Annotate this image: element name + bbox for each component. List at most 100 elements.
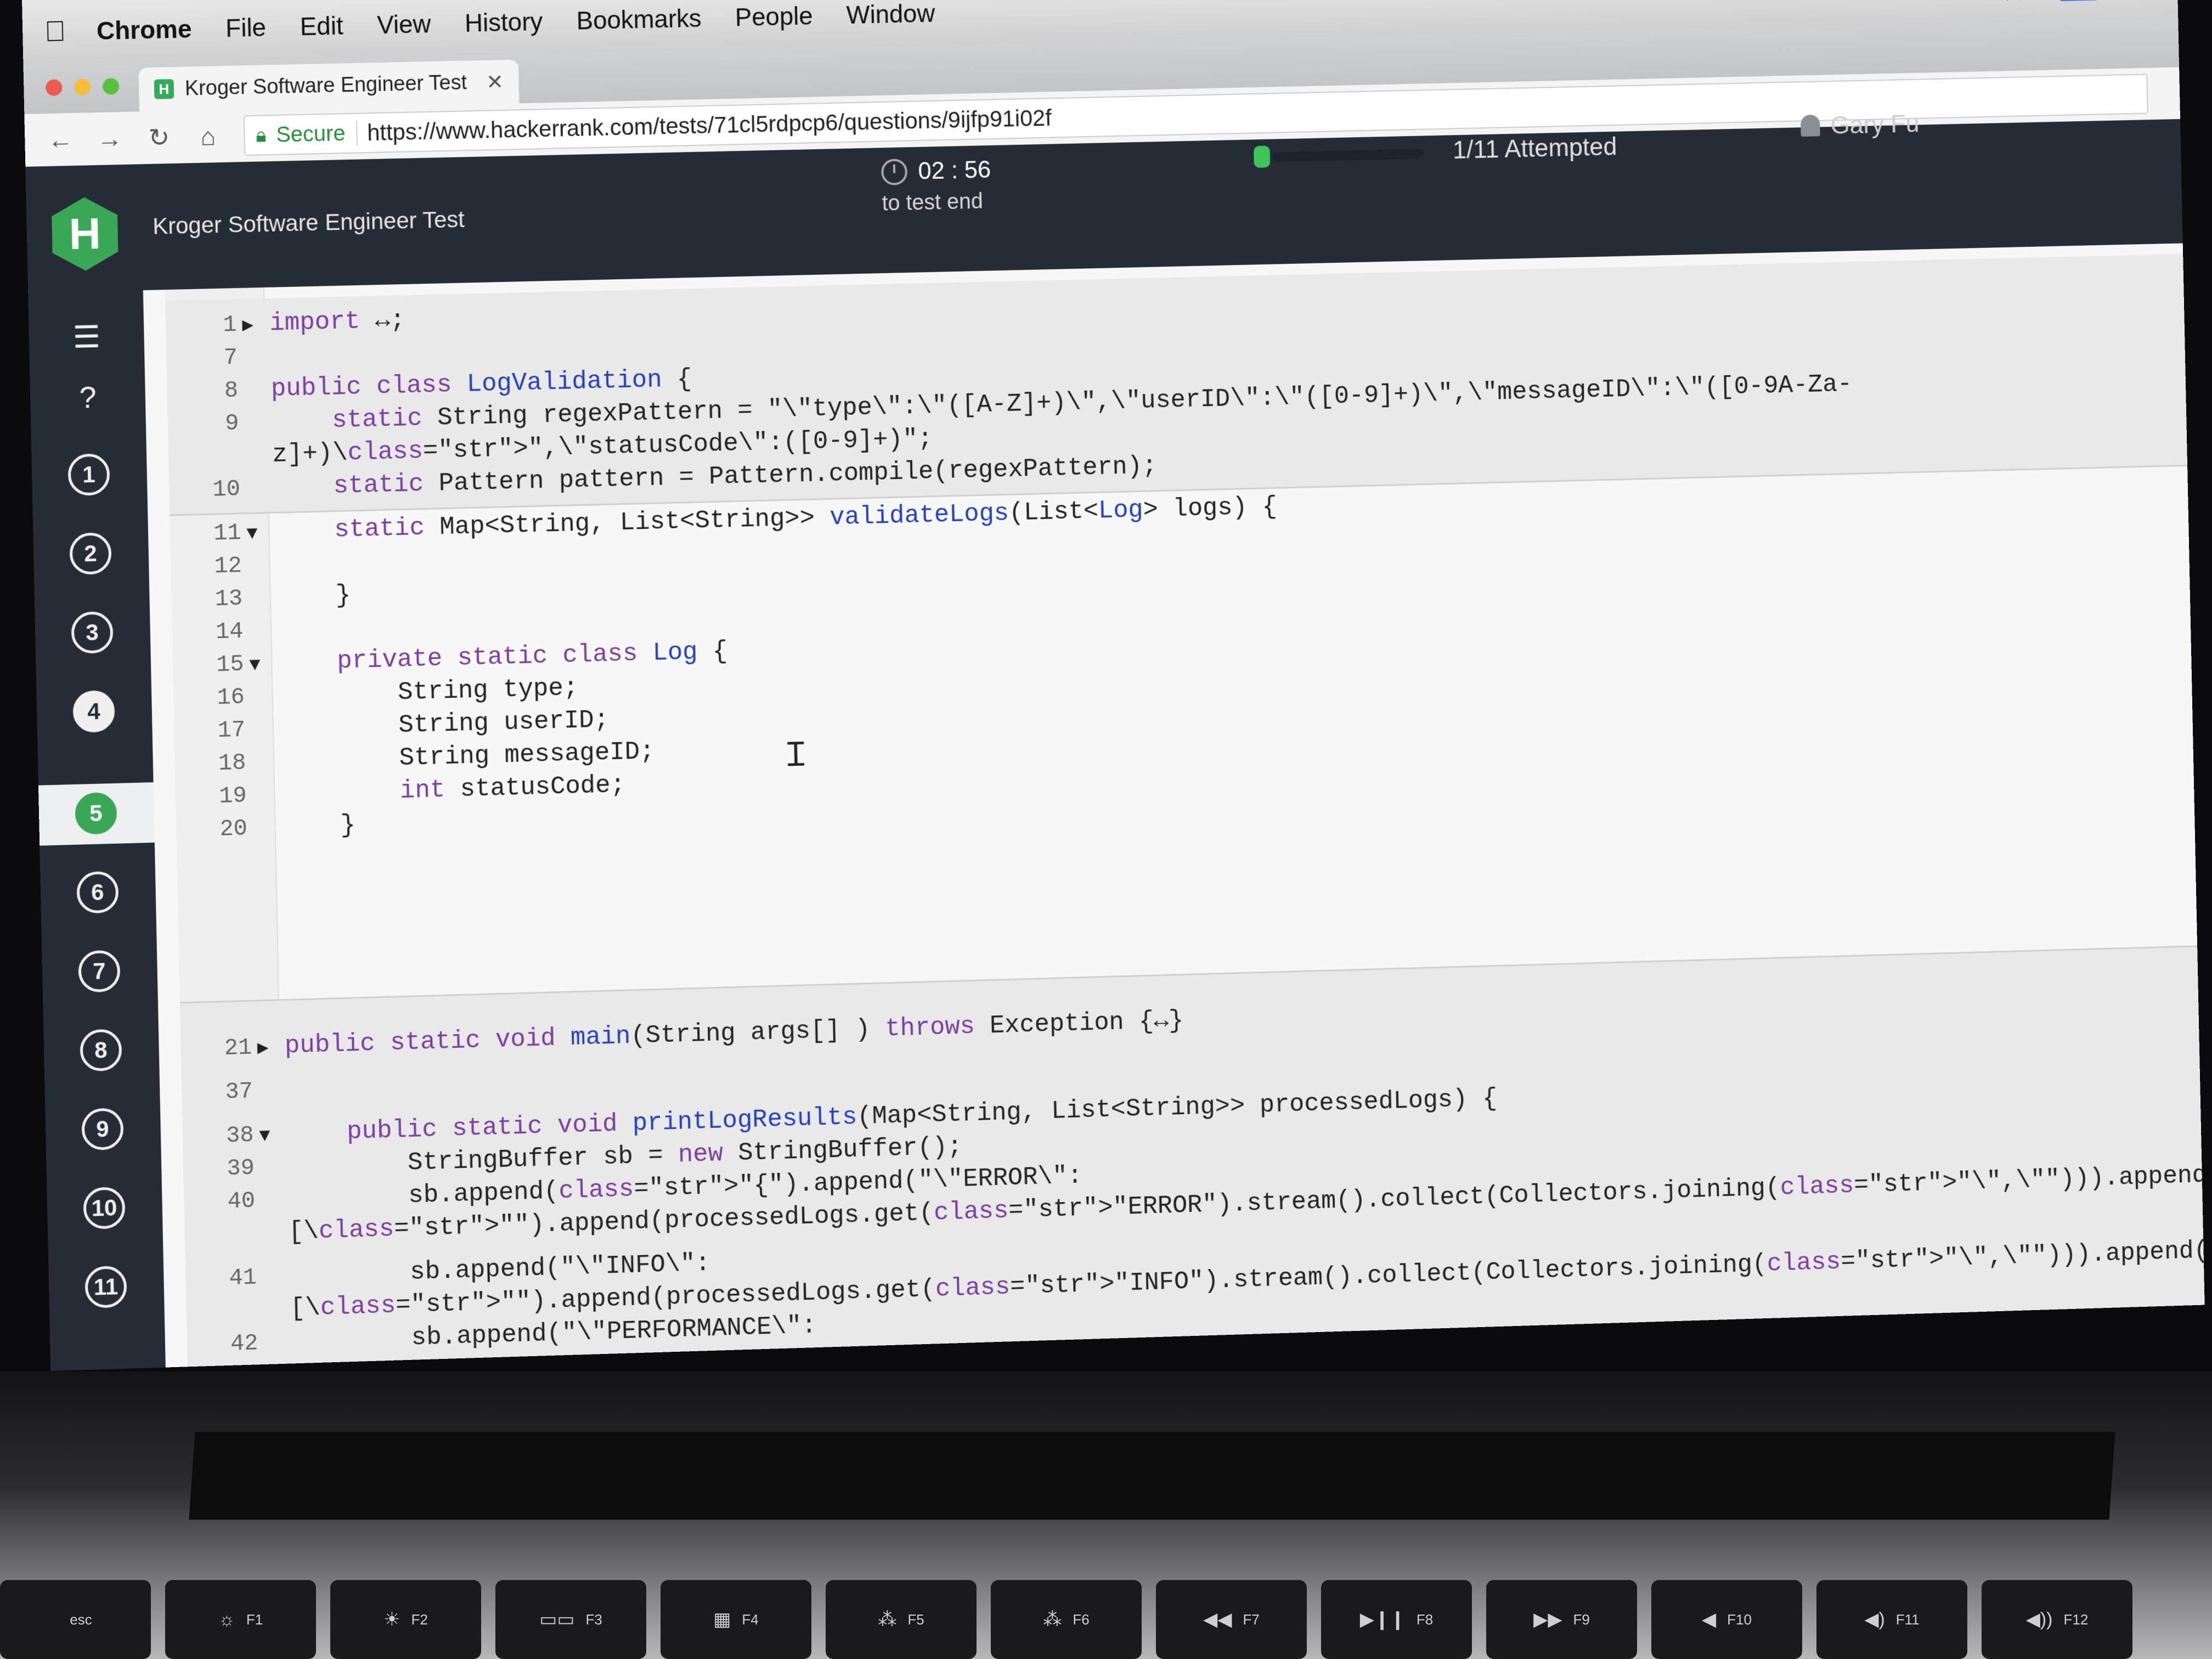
code-line[interactable]: 37 [182, 1076, 286, 1111]
clock-icon [881, 159, 908, 185]
question-7-button[interactable]: 7 [78, 950, 121, 993]
question-4-button[interactable]: 4 [72, 690, 115, 733]
code-line[interactable]: 7 [166, 342, 271, 377]
key-esc[interactable]: esc [0, 1580, 151, 1659]
reload-icon[interactable]: ↻ [145, 122, 173, 153]
line-number [187, 1317, 258, 1319]
key-glyph-icon: ◀) [1864, 1609, 1885, 1630]
code-editor[interactable]: 1 ▶ import ↔; 7 8 public class LogValidation … [143, 243, 2205, 1371]
menu-chrome[interactable]: Chrome [96, 14, 192, 46]
key-f2[interactable]: ☀ F2 [330, 1580, 481, 1659]
key-f8[interactable]: ▶❙❙ F8 [1321, 1580, 1472, 1659]
line-number: 21 [224, 1034, 252, 1062]
help-icon[interactable]: ? [68, 379, 107, 416]
extension-badge[interactable]: 277 [2058, 0, 2100, 2]
back-arrow-icon[interactable]: ← [47, 125, 75, 155]
line-number: 9 [224, 410, 239, 437]
close-window-icon[interactable] [46, 79, 63, 97]
list-icon[interactable]: ☰ [67, 319, 106, 356]
question-6-button[interactable]: 6 [76, 871, 119, 914]
line-number: 7 [223, 344, 238, 371]
secure-label: Secure [275, 121, 358, 148]
line-number: 10 [212, 476, 241, 503]
menu-window[interactable]: Window [846, 0, 935, 30]
forward-arrow-icon[interactable]: → [96, 123, 124, 154]
key-f10[interactable]: ◀ F10 [1651, 1580, 1802, 1659]
code-line[interactable]: 1 ▶ import ↔; [166, 306, 406, 345]
key-f5[interactable]: ⁂ F5 [826, 1580, 977, 1659]
progress-track [1272, 149, 1424, 162]
fold-collapsed-icon [238, 363, 259, 364]
fold-collapsed-icon [240, 494, 262, 495]
menu-history[interactable]: History [465, 7, 543, 38]
key-f12[interactable]: ◀)) F12 [1982, 1580, 2132, 1659]
line-number: 8 [224, 377, 239, 404]
code-line[interactable]: 14 [172, 616, 276, 652]
menu-edit[interactable]: Edit [300, 11, 343, 42]
code-line[interactable]: 12 [171, 550, 275, 586]
line-number: 40 [227, 1187, 256, 1215]
apple-icon[interactable]:  [44, 15, 66, 48]
menu-bookmarks[interactable]: Bookmarks [576, 3, 702, 36]
fold-collapsed-icon[interactable]: ▶ [252, 1036, 274, 1060]
menu-people[interactable]: People [735, 1, 813, 32]
question-8-button[interactable]: 8 [80, 1029, 122, 1072]
line-number: 15 [216, 651, 245, 679]
fold-collapsed-icon [239, 429, 261, 430]
home-icon[interactable]: ⌂ [194, 121, 222, 151]
fold-expanded-icon[interactable]: ▼ [253, 1126, 276, 1147]
line-number: 11 [213, 520, 242, 547]
laptop-hinge [189, 1432, 2115, 1520]
key-f6[interactable]: ⁂ F6 [991, 1580, 1142, 1659]
timer-value: 02 : 56 [918, 156, 991, 185]
code-line[interactable]: 20 } [176, 811, 356, 849]
fold-collapsed-icon [242, 571, 264, 572]
line-number: 14 [215, 618, 244, 646]
fold-expanded-icon[interactable]: ▼ [244, 655, 266, 676]
key-f9[interactable]: ▶▶ F9 [1486, 1580, 1637, 1659]
line-number: 13 [215, 585, 243, 613]
user-menu[interactable]: Gary Fu [1800, 109, 1920, 140]
tab-close-icon[interactable]: ✕ [486, 70, 504, 95]
key-label: F3 [585, 1611, 602, 1628]
question-2-button[interactable]: 2 [69, 532, 112, 575]
lock-icon: 🔒︎ [255, 123, 267, 146]
chrome-menu-icon[interactable]: ⋮ [2130, 0, 2157, 3]
key-label: F12 [2063, 1611, 2089, 1628]
line-number: 42 [230, 1330, 258, 1357]
fold-collapsed-icon [258, 1348, 280, 1349]
question-9-button[interactable]: 9 [81, 1108, 124, 1151]
key-f1[interactable]: ☼ F1 [165, 1580, 316, 1659]
menu-file[interactable]: File [225, 13, 267, 43]
question-10-button[interactable]: 10 [83, 1186, 126, 1230]
key-glyph-icon: ▦ [713, 1609, 731, 1630]
fold-expanded-icon[interactable]: ▼ [241, 523, 263, 545]
code-text: import ↔; [269, 306, 406, 338]
key-glyph-icon: ⁂ [878, 1609, 897, 1630]
key-label: F4 [742, 1611, 759, 1628]
bookmark-star-icon[interactable]: ☆ [2000, 0, 2027, 8]
key-glyph-icon: ☀ [383, 1609, 400, 1630]
hackerrank-logo[interactable]: H [52, 196, 119, 272]
url-text[interactable]: https://www.hackerrank.com/tests/71cl5rd… [367, 105, 1052, 146]
key-f4[interactable]: ▦ F4 [661, 1580, 811, 1659]
key-label: esc [70, 1611, 92, 1628]
line-number: 37 [225, 1078, 253, 1105]
key-f3[interactable]: ▭▭ F3 [495, 1580, 646, 1659]
browser-tab[interactable]: H Kroger Software Engineer Test ✕ [138, 59, 520, 112]
question-3-button[interactable]: 3 [71, 611, 114, 654]
question-11-button[interactable]: 11 [84, 1265, 127, 1309]
minimize-window-icon[interactable] [74, 78, 91, 95]
fold-collapsed-icon[interactable]: ▶ [236, 313, 259, 337]
menu-view[interactable]: View [377, 9, 431, 40]
zoom-window-icon[interactable] [102, 78, 120, 95]
fold-collapsed-icon [246, 768, 268, 769]
question-1-button[interactable]: 1 [67, 453, 110, 496]
key-f7[interactable]: ◀◀ F7 [1156, 1580, 1307, 1659]
code-line[interactable]: 13 } [171, 581, 351, 618]
key-f11[interactable]: ◀) F11 [1816, 1580, 1967, 1659]
key-label: F10 [1727, 1611, 1752, 1628]
key-label: F9 [1573, 1611, 1590, 1628]
